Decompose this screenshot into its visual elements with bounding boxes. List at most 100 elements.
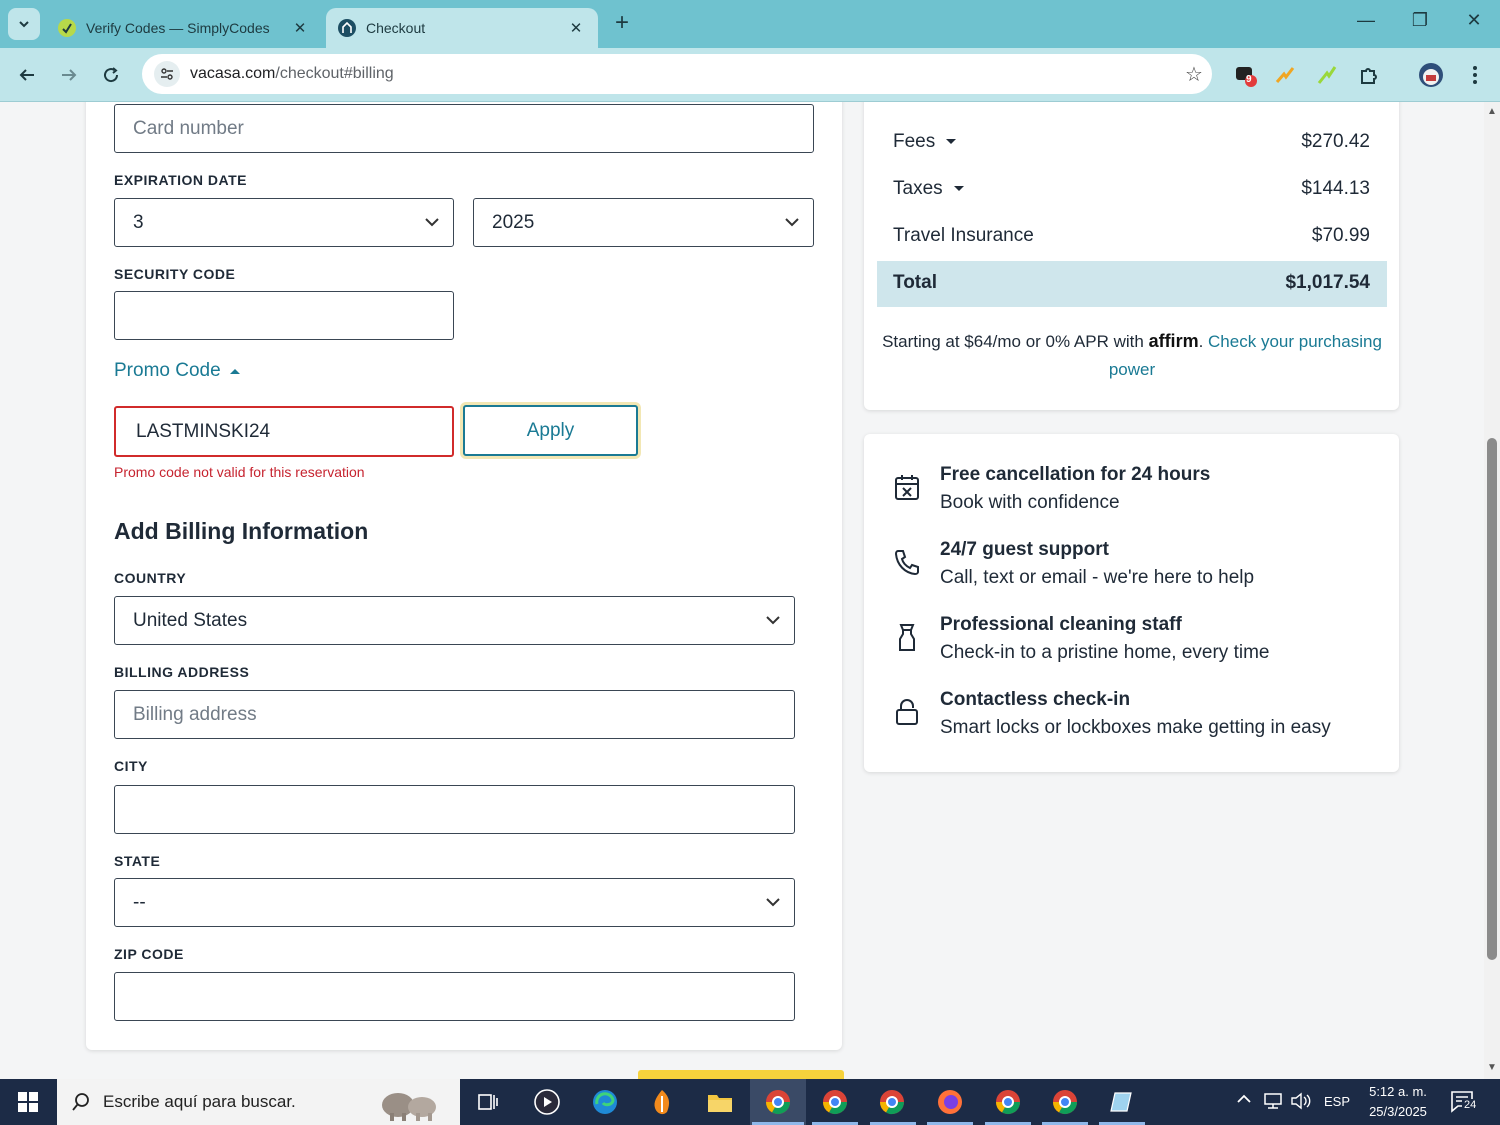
new-tab-button[interactable]: + xyxy=(608,10,636,38)
total-row: Total $1,017.54 xyxy=(893,272,1370,294)
spray-bottle-icon xyxy=(899,624,915,651)
billing-address-field[interactable]: Billing address xyxy=(114,690,795,739)
promo-code-toggle[interactable]: Promo Code xyxy=(114,360,241,382)
taskbar-search[interactable]: Escribe aquí para buscar. xyxy=(57,1079,460,1125)
restore-button[interactable]: ❐ xyxy=(1400,10,1440,38)
window-close-button[interactable]: ✕ xyxy=(1454,10,1494,38)
chrome-profile-icon[interactable] xyxy=(819,1086,851,1118)
fees-row[interactable]: Fees $270.42 xyxy=(893,131,1370,153)
country-label: COUNTRY xyxy=(114,570,187,586)
chrome-profile-icon[interactable] xyxy=(876,1086,908,1118)
tab-title: Checkout xyxy=(366,20,426,36)
total-value: $1,017.54 xyxy=(1285,272,1370,293)
chrome-profile-icon[interactable] xyxy=(1049,1086,1081,1118)
url-text: vacasa.com/checkout#billing xyxy=(190,65,1176,83)
chevron-up-icon xyxy=(1237,1094,1251,1103)
zip-code-label: ZIP CODE xyxy=(114,946,184,962)
chevron-down-icon xyxy=(425,218,439,227)
fees-label: Fees xyxy=(893,131,936,152)
back-button[interactable] xyxy=(12,60,42,90)
perk-title: Contactless check-in xyxy=(940,689,1131,710)
start-button[interactable] xyxy=(0,1079,56,1125)
address-bar[interactable]: vacasa.com/checkout#billing ☆ xyxy=(142,54,1212,94)
travel-insurance-value: $70.99 xyxy=(1311,225,1370,246)
search-icon xyxy=(72,1093,89,1111)
notification-center-button[interactable]: 24 xyxy=(1450,1089,1479,1116)
billing-address-label: BILLING ADDRESS xyxy=(114,664,250,680)
task-view-icon[interactable] xyxy=(472,1086,504,1118)
volume-icon[interactable] xyxy=(1290,1092,1312,1113)
url-domain: vacasa.com xyxy=(190,65,276,82)
extension-button[interactable] xyxy=(1312,60,1342,90)
perk-title: Professional cleaning staff xyxy=(940,614,1182,635)
bookmark-star-icon[interactable]: ☆ xyxy=(1176,62,1212,87)
puzzle-icon xyxy=(1361,68,1377,84)
reload-icon xyxy=(104,67,119,83)
zip-code-field[interactable] xyxy=(114,972,795,1021)
vacasa-favicon-icon xyxy=(338,19,356,37)
tab-checkout[interactable]: Checkout ✕ xyxy=(326,8,598,48)
scroll-up-arrow-icon[interactable]: ▲ xyxy=(1486,106,1498,118)
promo-code-input[interactable]: LASTMINSKI24 xyxy=(114,406,454,457)
kebab-menu-icon xyxy=(1473,66,1477,84)
fees-value: $270.42 xyxy=(1301,131,1370,152)
extension-button[interactable] xyxy=(1270,60,1300,90)
expiration-month-value: 3 xyxy=(133,211,144,233)
card-number-field[interactable]: Card number xyxy=(114,104,814,153)
affirm-text: Starting at $64/mo or 0% APR with xyxy=(882,332,1144,351)
calendar-x-icon xyxy=(895,475,919,500)
firefox-icon[interactable] xyxy=(934,1086,966,1118)
chrome-profile-icon[interactable] xyxy=(762,1086,794,1118)
expiration-year-select[interactable]: 2025 xyxy=(473,198,814,247)
security-code-field[interactable] xyxy=(114,291,454,340)
scroll-down-arrow-icon[interactable]: ▼ xyxy=(1486,1062,1498,1074)
reload-button[interactable] xyxy=(96,60,126,90)
affirm-logo: affirm xyxy=(1148,331,1199,351)
city-field[interactable] xyxy=(114,785,795,834)
expiration-month-select[interactable]: 3 xyxy=(114,198,454,247)
chrome-profile-icon[interactable] xyxy=(992,1086,1024,1118)
minimize-button[interactable]: — xyxy=(1346,10,1386,38)
expiration-date-label: EXPIRATION DATE xyxy=(114,172,247,188)
tab-close-button[interactable]: ✕ xyxy=(290,19,310,37)
extension-badge: 9 xyxy=(1246,74,1252,85)
profile-avatar[interactable] xyxy=(1416,60,1446,90)
chevron-down-icon xyxy=(19,21,29,28)
extension-button[interactable]: 9 xyxy=(1230,60,1260,90)
taxes-row[interactable]: Taxes $144.13 xyxy=(893,178,1370,200)
show-hidden-icons-button[interactable] xyxy=(1236,1092,1252,1107)
apply-promo-button[interactable]: Apply xyxy=(463,405,638,456)
page-viewport: Card number EXPIRATION DATE 3 2025 SECUR… xyxy=(0,102,1484,1079)
browser-menu-button[interactable] xyxy=(1460,60,1490,90)
state-label: STATE xyxy=(114,853,161,869)
file-explorer-icon[interactable] xyxy=(704,1086,736,1118)
country-select[interactable]: United States xyxy=(114,596,795,645)
page-scrollbar[interactable]: ▲ ▼ xyxy=(1484,102,1500,1079)
tab-close-button[interactable]: ✕ xyxy=(566,19,586,37)
language-indicator[interactable]: ESP xyxy=(1324,1094,1350,1109)
edge-browser-icon[interactable] xyxy=(589,1086,621,1118)
total-label: Total xyxy=(893,272,937,293)
site-info-icon[interactable] xyxy=(154,61,180,87)
media-player-icon[interactable] xyxy=(531,1086,563,1118)
extensions-menu-button[interactable] xyxy=(1354,60,1384,90)
travel-insurance-row: Travel Insurance $70.99 xyxy=(893,225,1370,247)
complete-booking-button[interactable] xyxy=(638,1070,844,1079)
state-select[interactable]: -- xyxy=(114,878,795,927)
lock-icon xyxy=(896,699,918,725)
system-clock[interactable]: 5:12 a. m. 25/3/2025 xyxy=(1358,1082,1438,1122)
fl-studio-icon[interactable] xyxy=(646,1086,678,1118)
taxes-value: $144.13 xyxy=(1301,178,1370,199)
scrollbar-thumb[interactable] xyxy=(1487,438,1497,960)
network-icon[interactable] xyxy=(1262,1092,1284,1113)
taskbar-search-placeholder: Escribe aquí para buscar. xyxy=(103,1092,296,1111)
windows-logo-icon xyxy=(18,1092,38,1112)
tab-simplycodes[interactable]: Verify Codes — SimplyCodes ✕ xyxy=(46,8,322,48)
clock-date: 25/3/2025 xyxy=(1369,1104,1427,1119)
notepad-icon[interactable] xyxy=(1106,1086,1138,1118)
tab-list-button[interactable] xyxy=(8,8,40,40)
chevron-down-icon xyxy=(766,898,780,907)
caret-down-icon xyxy=(953,186,964,191)
forward-button[interactable] xyxy=(54,60,84,90)
billing-section-title: Add Billing Information xyxy=(114,518,369,544)
